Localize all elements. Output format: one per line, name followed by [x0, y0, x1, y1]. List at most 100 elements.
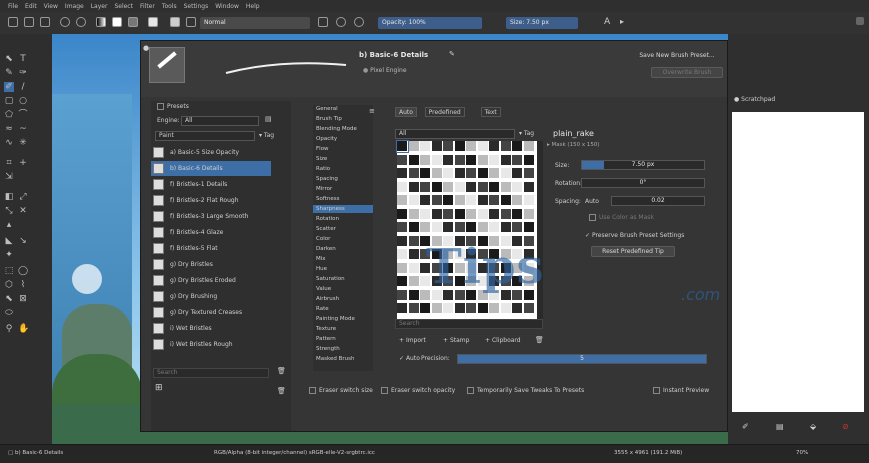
move-tool-icon[interactable]: ⬉	[4, 54, 14, 64]
tip-cell[interactable]	[408, 168, 420, 179]
tip-cell[interactable]	[500, 168, 512, 179]
tip-cell[interactable]	[443, 168, 454, 179]
crop-tool-icon[interactable]: ⌗	[4, 158, 14, 168]
tip-cell[interactable]	[477, 168, 489, 179]
tip-cell[interactable]	[408, 262, 420, 274]
tip-cell[interactable]	[512, 181, 523, 193]
temp-save-tweaks-checkbox[interactable]: Temporarily Save Tweaks To Presets	[467, 387, 584, 394]
ellipse-select-icon[interactable]: ◯	[18, 266, 28, 276]
zoom-tool-icon[interactable]: ⚲	[4, 324, 14, 334]
reset-predefined-tip-button[interactable]: Reset Predefined Tip	[591, 246, 675, 257]
tip-search-input[interactable]: Search	[395, 319, 543, 329]
tip-cell[interactable]	[454, 195, 466, 206]
brush-option-item[interactable]: Opacity	[313, 135, 373, 143]
freehand-select-icon[interactable]: ⌇	[18, 280, 28, 290]
brush-option-item[interactable]: Saturation	[313, 275, 373, 283]
tip-cell[interactable]	[397, 276, 408, 287]
tip-cell[interactable]	[523, 154, 535, 166]
eraser-mode-icon[interactable]	[318, 17, 328, 27]
tip-tab[interactable]: Auto	[395, 107, 417, 117]
precision-slider[interactable]: 5	[457, 354, 707, 364]
tip-cell[interactable]	[489, 141, 500, 152]
brush-option-item[interactable]: Texture	[313, 325, 373, 333]
tip-cell[interactable]	[454, 222, 466, 233]
preset-item[interactable]: i) Wet Bristles	[151, 321, 271, 336]
tip-cell[interactable]	[408, 289, 420, 301]
tip-filter-select[interactable]: All	[395, 129, 515, 139]
view-mode-icon[interactable]: ▤	[265, 115, 272, 123]
open-document-icon[interactable]	[24, 17, 34, 27]
tip-cell[interactable]	[431, 181, 443, 193]
dynamic-brush-icon[interactable]: ∿	[4, 138, 14, 148]
tip-cell[interactable]	[523, 208, 535, 220]
tip-cell[interactable]	[397, 249, 408, 260]
tip-cell[interactable]	[477, 195, 489, 206]
tip-cell[interactable]	[454, 141, 466, 152]
menu-window[interactable]: Window	[215, 3, 239, 10]
brush-option-item[interactable]: Scatter	[313, 225, 373, 233]
tip-cell[interactable]	[454, 168, 466, 179]
preserve-preset-checkbox[interactable]: ✓ Preserve Brush Preset Settings	[585, 232, 684, 239]
tip-cell[interactable]	[408, 154, 420, 166]
options-collapse-icon[interactable]: ≡	[369, 107, 375, 115]
tip-cell[interactable]	[500, 303, 512, 314]
tip-cell[interactable]	[523, 168, 535, 179]
preset-item[interactable]: g) Dry Textured Creases	[151, 305, 271, 320]
tip-cell[interactable]	[477, 208, 489, 220]
pattern-icon[interactable]	[148, 17, 158, 27]
brush-option-item[interactable]: Brush Tip	[313, 115, 373, 123]
blend-mode-select[interactable]: Normal	[200, 17, 310, 29]
menu-settings[interactable]: Settings	[184, 3, 209, 10]
gradient-icon[interactable]	[96, 17, 106, 27]
color-picker-icon[interactable]: ⤢	[18, 192, 28, 202]
tip-cell[interactable]	[512, 168, 523, 179]
calligraphy-icon[interactable]: ✑	[18, 68, 28, 78]
tip-cell[interactable]	[408, 195, 420, 206]
tip-cell[interactable]	[512, 195, 523, 206]
brush-option-item[interactable]: Airbrush	[313, 295, 373, 303]
similar-select-icon[interactable]: ⊠	[18, 294, 28, 304]
tip-cell[interactable]	[420, 222, 431, 233]
brush-option-item[interactable]: Strength	[313, 345, 373, 353]
opacity-slider[interactable]: Opacity: 100%	[378, 17, 482, 29]
tip-cell[interactable]	[523, 222, 535, 233]
menu-view[interactable]: View	[44, 3, 58, 10]
tip-cell[interactable]	[408, 181, 420, 193]
arrow-right-icon[interactable]: ▸	[620, 17, 630, 27]
size-slider[interactable]: Size: 7.50 px	[506, 17, 578, 29]
trash-preset-icon[interactable]: 🗑	[277, 387, 286, 395]
eraser-switch-opacity-checkbox[interactable]: Eraser switch opacity	[381, 387, 455, 394]
scratch-clear-icon[interactable]: ⊘	[842, 422, 849, 431]
tip-cell[interactable]	[477, 222, 489, 233]
brush-option-item[interactable]: Flow	[313, 145, 373, 153]
rect-select-icon[interactable]: ⬚	[4, 266, 14, 276]
use-color-as-mask-checkbox[interactable]: Use Color as Mask	[589, 214, 654, 221]
tip-cell[interactable]	[443, 181, 454, 193]
scratch-brush-icon[interactable]: ✐	[742, 422, 749, 431]
tip-rotation-slider[interactable]: 0°	[581, 178, 705, 188]
tip-cell[interactable]	[431, 208, 443, 220]
menu-filter[interactable]: Filter	[140, 3, 155, 10]
tip-cell[interactable]	[443, 141, 454, 152]
text-tool-icon[interactable]: T	[18, 54, 28, 64]
save-new-preset-button[interactable]: Save New Brush Preset...	[631, 51, 723, 62]
tip-cell[interactable]	[443, 195, 454, 206]
brush-option-item[interactable]: Rotation	[313, 215, 373, 223]
tip-cell[interactable]	[489, 222, 500, 233]
tip-cell[interactable]	[523, 141, 535, 152]
tip-cell[interactable]	[408, 222, 420, 233]
eraser-switch-size-checkbox[interactable]: Eraser switch size	[309, 387, 373, 394]
tip-cell[interactable]	[443, 303, 454, 314]
reload-icon[interactable]	[354, 17, 364, 27]
tip-cell[interactable]	[489, 181, 500, 193]
contiguous-select-icon[interactable]: ⬉	[4, 294, 14, 304]
edit-shapes-icon[interactable]: ✎	[4, 68, 14, 78]
add-preset-icon[interactable]: ⊞	[155, 383, 163, 393]
tip-cell[interactable]	[420, 181, 431, 193]
scratchpad-canvas[interactable]	[732, 112, 864, 412]
tip-cell[interactable]	[431, 195, 443, 206]
brush-option-item[interactable]: Sharpness	[313, 205, 373, 213]
tip-cell[interactable]	[397, 289, 408, 301]
tip-cell[interactable]	[420, 208, 431, 220]
tip-cell[interactable]	[397, 195, 408, 206]
